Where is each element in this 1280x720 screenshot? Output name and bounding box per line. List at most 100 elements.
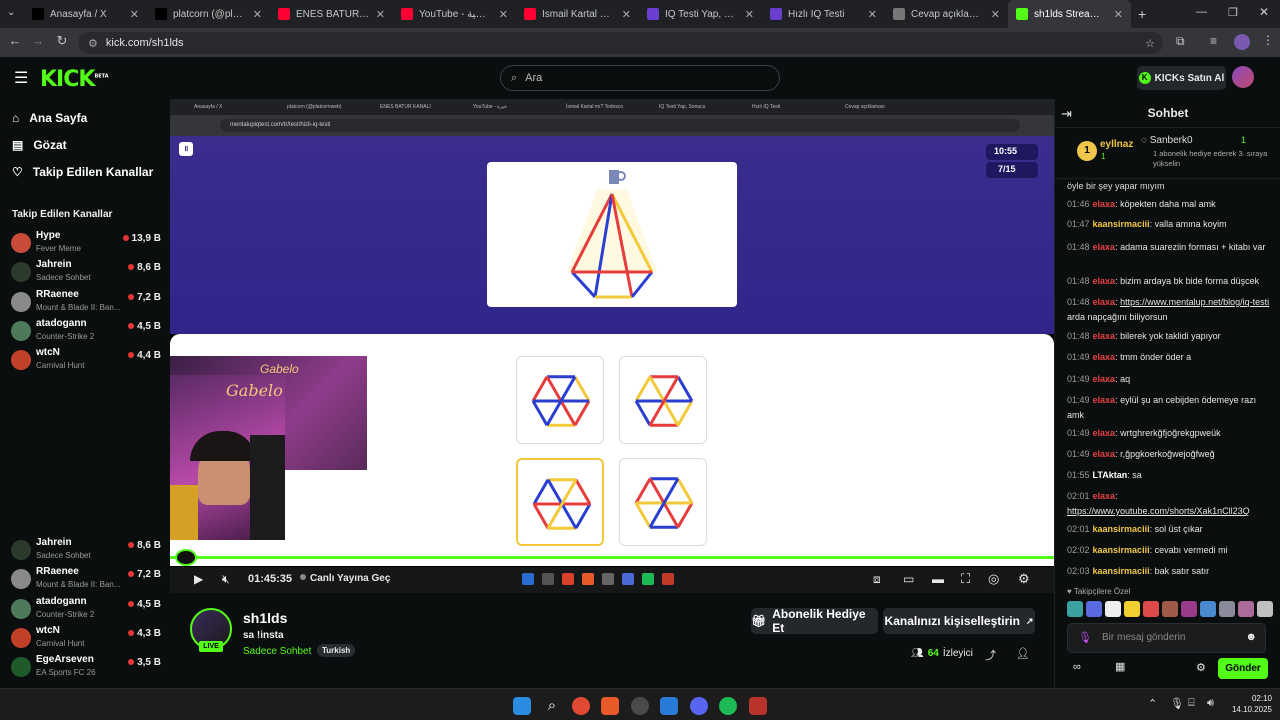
message-username[interactable]: elaxa <box>1093 331 1116 341</box>
close-tab-icon[interactable]: ✕ <box>745 8 754 21</box>
emote-icon[interactable] <box>1124 601 1140 617</box>
reload-icon[interactable]: ↻ <box>51 33 73 49</box>
spotify-taskbar-icon[interactable] <box>719 697 737 715</box>
profile-avatar[interactable] <box>1234 34 1250 50</box>
followed-channel-rraenee[interactable]: RRaenee Mount & Blade II: Ban... 7,2 B <box>11 288 161 315</box>
message-username[interactable]: elaxa <box>1093 352 1116 362</box>
tray-network-icon[interactable]: ⌸ <box>1188 697 1195 710</box>
chat-input[interactable]: 🎙︎ Bir mesaj gönderin ☻ <box>1067 623 1266 653</box>
second-gifter-name[interactable]: ◌ Sanberk0 <box>1141 135 1193 146</box>
browser-tab[interactable]: Anasayfa / X ✕ <box>24 0 147 28</box>
user-avatar[interactable] <box>1232 66 1254 88</box>
cast-icon[interactable]: ◎ <box>988 571 999 587</box>
taskbar-search-icon[interactable]: ⌕ <box>543 697 561 715</box>
answer-option[interactable] <box>619 356 707 444</box>
browser-tab[interactable]: Cevap açıklaması ✕ <box>885 0 1008 28</box>
mute-icon[interactable]: 🔇︎ <box>222 572 230 587</box>
followed-channel-jahrein[interactable]: Jahrein Sadece Sohbet 8,6 B <box>11 536 161 563</box>
chrome-taskbar-icon[interactable] <box>572 697 590 715</box>
browser-tab[interactable]: Hızlı IQ Testi ✕ <box>762 0 885 28</box>
browser-tab[interactable]: ENES BATUR KANALI ✕ <box>270 0 393 28</box>
followed-channel-egearseven[interactable]: EgeArseven EA Sports FC 26 3,5 B <box>11 653 161 680</box>
miniplayer-icon[interactable]: ▭ <box>903 572 914 586</box>
message-link[interactable]: https://www.mentalup.net/blog/iq-testi <box>1120 297 1269 307</box>
message-username[interactable]: kaansirmaciii <box>1093 219 1150 229</box>
steam-taskbar-icon[interactable] <box>631 697 649 715</box>
close-tab-icon[interactable]: ✕ <box>622 8 631 21</box>
pause-test-icon[interactable]: ॥ <box>179 142 193 156</box>
answer-option[interactable] <box>516 356 604 444</box>
gift-sub-button[interactable]: 🎁︎ Abonelik Hediye Et <box>751 607 878 635</box>
tray-volume-icon[interactable]: 🔊︎ <box>1207 697 1214 710</box>
answer-option[interactable] <box>516 458 604 546</box>
buy-kicks-button[interactable]: K KICKs Satın Al <box>1137 66 1226 90</box>
game-taskbar-icon[interactable] <box>660 697 678 715</box>
app-taskbar-icon[interactable] <box>749 697 767 715</box>
emote-icon[interactable] <box>1181 601 1197 617</box>
customize-channel-button[interactable]: Kanalınızı kişiselleştirin ↗ <box>883 608 1035 634</box>
close-window-button[interactable]: ✕ <box>1259 5 1269 19</box>
emote-icon[interactable] <box>1200 601 1216 617</box>
close-tab-icon[interactable]: ✕ <box>376 8 385 21</box>
seek-handle[interactable] <box>175 549 197 566</box>
followed-channel-wtcn[interactable]: wtcN Carnival Hunt 4,3 B <box>11 624 161 651</box>
forward-icon[interactable]: → <box>27 33 49 48</box>
omnibox[interactable]: ⚙ kick.com/sh1lds ☆ <box>78 32 1163 54</box>
fullscreen-icon[interactable]: ⛶ <box>961 571 970 587</box>
message-username[interactable]: kaansirmaciii <box>1093 566 1150 576</box>
clock[interactable]: 02:10 14.10.2025 <box>1228 693 1272 715</box>
browser-tab[interactable]: sh1lds Stream - Wat ✕ <box>1008 0 1131 28</box>
close-tab-icon[interactable]: ✕ <box>130 8 139 21</box>
message-username[interactable]: kaansirmaciii <box>1093 545 1150 555</box>
close-tab-icon[interactable]: ✕ <box>499 8 508 21</box>
microphone-icon[interactable]: 🎙︎ <box>1078 631 1092 644</box>
media-icon[interactable]: ≡ <box>1210 34 1217 48</box>
message-username[interactable]: elaxa <box>1093 374 1116 384</box>
theater-mode-icon[interactable]: ▬ <box>932 572 944 586</box>
close-tab-icon[interactable]: ✕ <box>868 8 877 21</box>
close-tab-icon[interactable]: ✕ <box>1114 8 1123 21</box>
video-player[interactable]: Anasayfa / X platcorn (@platcornweb) ENES … <box>170 99 1054 590</box>
maximize-button[interactable]: ❐ <box>1228 6 1238 19</box>
message-username[interactable]: elaxa <box>1093 242 1116 252</box>
message-username[interactable]: LTAktan <box>1093 470 1128 480</box>
send-button[interactable]: Gönder <box>1218 658 1268 679</box>
browser-tab[interactable]: YouTube - خيرة وطماطية ✕ <box>393 0 516 28</box>
message-username[interactable]: elaxa <box>1093 428 1116 438</box>
back-icon[interactable]: ← <box>4 33 26 48</box>
stream-category[interactable]: Sadece Sohbet <box>243 646 311 657</box>
emote-icon[interactable] <box>1067 601 1083 617</box>
followed-channel-wtcn[interactable]: wtcN Carnival Hunt 4,4 B <box>11 346 161 373</box>
tray-mic-icon[interactable]: 🎙︎ <box>1170 697 1184 710</box>
followed-channel-hype[interactable]: Hype Fever Meme 13,9 B <box>11 229 161 256</box>
hamburger-menu-icon[interactable]: ☰ <box>14 68 28 88</box>
tray-chevron-icon[interactable]: ⌃ <box>1148 697 1157 710</box>
brave-taskbar-icon[interactable] <box>601 697 619 715</box>
emote-icon[interactable] <box>1219 601 1235 617</box>
emote-icon[interactable] <box>1143 601 1159 617</box>
kick-points-icon[interactable]: ∞ <box>1073 661 1081 673</box>
url-text[interactable]: kick.com/sh1lds <box>106 37 184 49</box>
message-username[interactable]: elaxa <box>1093 491 1116 501</box>
close-tab-icon[interactable]: ✕ <box>991 8 1000 21</box>
browser-tab[interactable]: İsmail Kartal mı? Tedesco ✕ <box>516 0 639 28</box>
new-tab-button[interactable]: + <box>1138 6 1146 22</box>
clip-icon[interactable]: ⧈ <box>873 572 881 587</box>
discord-taskbar-icon[interactable] <box>690 697 708 715</box>
followed-channel-atadogann[interactable]: atadogann Counter-Strike 2 4,5 B <box>11 595 161 622</box>
play-icon[interactable]: ▶ <box>194 572 203 586</box>
minimize-button[interactable]: — <box>1196 6 1207 18</box>
channel-name[interactable]: sh1lds <box>243 610 287 626</box>
kick-logo[interactable]: KICKBETA <box>40 67 109 92</box>
follow-settings-icon[interactable]: 👤︎ <box>1016 647 1030 660</box>
emote-icon[interactable] <box>1105 601 1121 617</box>
go-live-button[interactable]: Canlı Yayına Geç <box>310 573 390 584</box>
top-gifter-name[interactable]: eyllnaz <box>1100 139 1133 150</box>
message-username[interactable]: elaxa <box>1093 199 1116 209</box>
emote-icon[interactable] <box>1162 601 1178 617</box>
emote-icon[interactable] <box>1238 601 1254 617</box>
followed-channel-jahrein[interactable]: Jahrein Sadece Sohbet 8,6 B <box>11 258 161 285</box>
followed-channel-rraenee[interactable]: RRaenee Mount & Blade II: Ban... 7,2 B <box>11 565 161 592</box>
followed-channel-atadogann[interactable]: atadogann Counter-Strike 2 4,5 B <box>11 317 161 344</box>
browser-tab[interactable]: platcorn (@platcornweb) ✕ <box>147 0 270 28</box>
